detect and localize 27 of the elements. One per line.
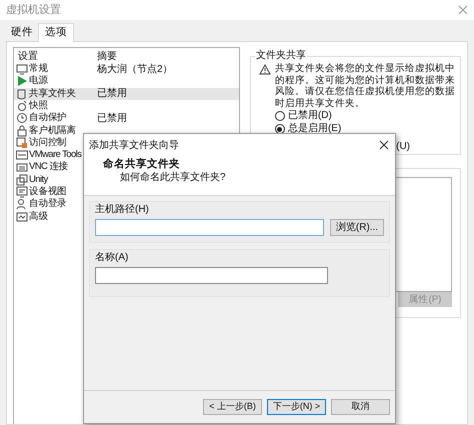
field-label: 名称(A) <box>95 251 130 265</box>
field-label: 主机路径(H) <box>95 203 150 217</box>
dialog-title: 添加共享文件夹向导 <box>89 138 179 152</box>
setting-name: 自动保护 <box>29 111 67 125</box>
setting-name: 访问控制 <box>29 136 67 150</box>
group-title: 文件夹共享 <box>254 50 307 62</box>
dialog-heading: 命名共享文件夹 <box>102 157 181 171</box>
column-header: 摘要 <box>97 50 117 64</box>
window-title: 虚拟机设置 <box>6 2 61 18</box>
warning-text: 共享文件夹会将您的文件显示给虚拟机中的程序。这可能为您的计算机和数据带来风险。请仅在您信任虚拟机使用您的数据时启用共享文件夹。 <box>274 63 456 109</box>
setting-name: 客户机隔离 <box>29 124 76 137</box>
setting-name: 常规 <box>29 62 48 75</box>
setting-summary: 已禁用 <box>97 86 127 102</box>
setting-name: VMware Tools <box>29 148 82 161</box>
column-header: 设置 <box>17 50 39 63</box>
setting-name: 设备视图 <box>29 185 67 198</box>
setting-summary: 已禁用 <box>97 112 127 126</box>
setting-name: VNC 连接 <box>29 160 68 174</box>
setting-name: 自动登录 <box>29 197 67 211</box>
setting-name: 共享文件夹 <box>29 86 76 100</box>
setting-name: 电源 <box>29 74 48 88</box>
dialog-subheading: 如何命名此共享文件夹? <box>119 171 227 184</box>
setting-name: Unity <box>29 172 48 186</box>
setting-summary: 杨大润（节点2） <box>97 62 173 77</box>
radio-label: (U) <box>396 140 410 154</box>
setting-name: 高级 <box>29 210 48 224</box>
setting-name: 快照 <box>29 98 48 112</box>
